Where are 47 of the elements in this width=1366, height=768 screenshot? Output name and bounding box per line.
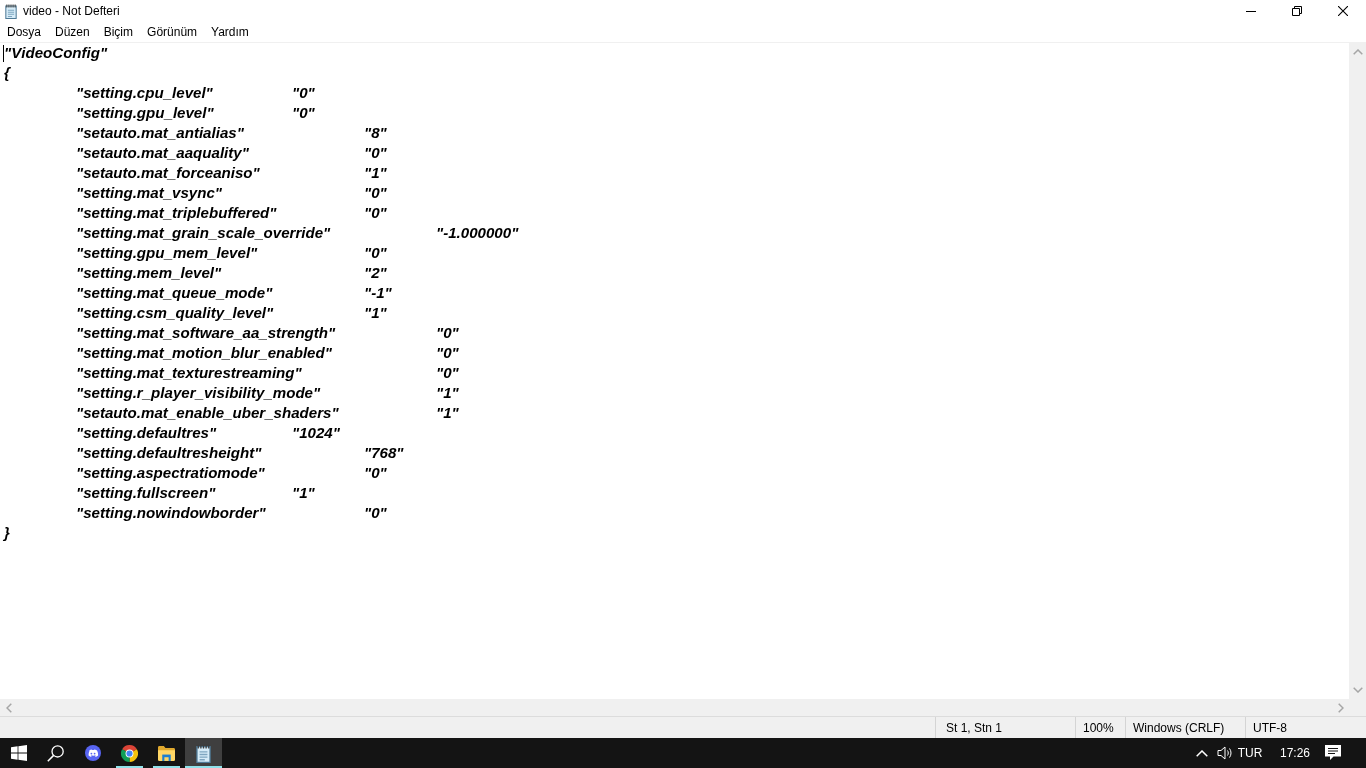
text-line: "setting.nowindowborder" "0" xyxy=(75,503,387,523)
speaker-icon[interactable] xyxy=(1217,746,1233,760)
text-line: "setauto.mat_enable_uber_shaders" "1" xyxy=(75,403,459,423)
menu-item[interactable]: Düzen xyxy=(48,22,97,42)
chat-app-icon[interactable] xyxy=(84,745,101,761)
restore-icon[interactable] xyxy=(1292,6,1302,16)
text-line: "setting.aspectratiomode" "0" xyxy=(75,463,387,483)
folder-icon[interactable] xyxy=(158,745,175,761)
text-line: "setauto.mat_forceaniso" "1" xyxy=(75,163,387,183)
text-line: "setting.gpu_level" "0" xyxy=(75,103,315,123)
start-icon[interactable] xyxy=(10,745,27,761)
notification-icon[interactable] xyxy=(1325,745,1341,761)
text-line: "setting.mat_software_aa_strength" "0" xyxy=(75,323,459,343)
notepad-icon xyxy=(5,3,17,19)
minimize-icon[interactable] xyxy=(1246,10,1256,12)
window-title: video - Not Defteri xyxy=(23,4,121,18)
text-line: "setting.mat_queue_mode" "-1" xyxy=(75,283,392,303)
text-line: "setauto.mat_antialias" "8" xyxy=(75,123,387,143)
menu-item[interactable]: Yardım xyxy=(204,22,256,42)
menu-item[interactable]: Görünüm xyxy=(140,22,205,42)
text-line: "setting.gpu_mem_level" "0" xyxy=(75,243,387,263)
text-line: "setting.mat_grain_scale_override" "-1.000000" xyxy=(75,223,519,243)
notepad-icon[interactable] xyxy=(196,743,211,763)
menu-item[interactable]: Dosya xyxy=(0,22,48,42)
close-icon[interactable] xyxy=(1338,6,1348,16)
text-line: "setting.mat_texturestreaming" "0" xyxy=(75,363,459,383)
clock[interactable]: 17:26 xyxy=(1273,738,1317,768)
text-line: } xyxy=(4,523,10,543)
text-line: "setting.mat_vsync" "0" xyxy=(75,183,387,203)
text-line: "setting.cpu_level" "0" xyxy=(75,83,315,103)
text-line: "setting.mat_motion_blur_enabled" "0" xyxy=(75,343,459,363)
browser-icon[interactable] xyxy=(121,744,138,762)
menu-item[interactable]: Biçim xyxy=(96,22,141,42)
text-line: "setting.fullscreen" "1" xyxy=(75,483,315,503)
text-line: "setting.defaultres" "1024" xyxy=(75,423,340,443)
text-line: "setting.defaultresheight" "768" xyxy=(75,443,404,463)
text-line: "setauto.mat_aaquality" "0" xyxy=(75,143,387,163)
text-cursor xyxy=(3,45,4,62)
text-line: "setting.mem_level" "2" xyxy=(75,263,387,283)
search-icon[interactable] xyxy=(47,744,64,762)
text-line: "setting.r_player_visibility_mode" "1" xyxy=(75,383,459,403)
text-line: { xyxy=(4,63,10,83)
language-indicator[interactable]: TUR xyxy=(1237,738,1263,768)
text-line: "setting.csm_quality_level" "1" xyxy=(75,303,387,323)
text-line: "setting.mat_triplebuffered" "0" xyxy=(75,203,387,223)
text-line: "VideoConfig" xyxy=(4,43,108,63)
taskbar-button[interactable] xyxy=(185,738,222,768)
